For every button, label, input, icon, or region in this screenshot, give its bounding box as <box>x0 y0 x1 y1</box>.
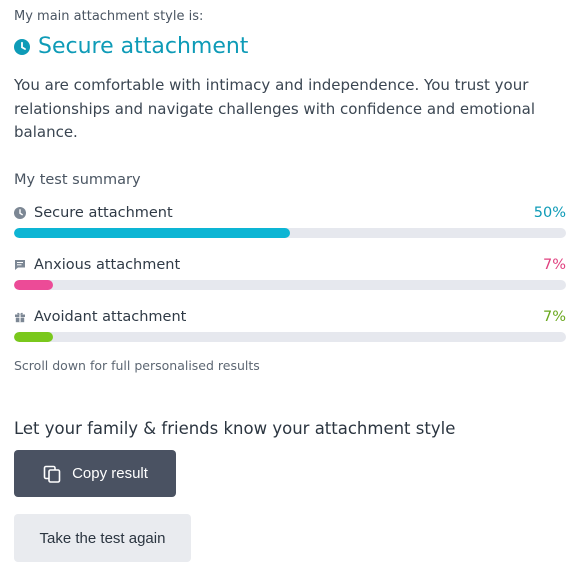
clock-icon <box>14 207 26 219</box>
summary-row-secure: Secure attachment 50% <box>14 203 566 238</box>
share-heading: Let your family & friends know your atta… <box>14 419 456 438</box>
summary-percent: 7% <box>542 309 566 325</box>
retake-test-label: Take the test again <box>39 529 166 547</box>
gift-icon <box>14 311 26 323</box>
eyebrow-text: My main attachment style is: <box>14 9 204 24</box>
retake-test-button[interactable]: Take the test again <box>14 514 191 562</box>
progress-fill <box>14 332 53 342</box>
chat-icon <box>14 259 26 271</box>
summary-label: Avoidant attachment <box>34 309 187 325</box>
clock-icon <box>14 38 30 55</box>
scroll-note: Scroll down for full personalised result… <box>14 358 260 373</box>
progress-track <box>14 332 566 342</box>
progress-track <box>14 228 566 238</box>
progress-track <box>14 280 566 290</box>
main-style-title: Secure attachment <box>38 34 249 59</box>
progress-fill <box>14 228 290 238</box>
copy-result-label: Copy result <box>72 465 148 482</box>
copy-icon <box>42 464 62 484</box>
summary-title: My test summary <box>14 172 141 188</box>
summary-label: Anxious attachment <box>34 257 181 273</box>
summary-label: Secure attachment <box>34 205 173 221</box>
summary-percent: 50% <box>533 205 566 221</box>
style-description: You are comfortable with intimacy and in… <box>14 76 535 141</box>
progress-fill <box>14 280 53 290</box>
summary-row-avoidant: Avoidant attachment 7% <box>14 307 566 342</box>
summary-percent: 7% <box>542 257 566 273</box>
summary-row-anxious: Anxious attachment 7% <box>14 255 566 290</box>
main-style-heading: Secure attachment <box>14 34 248 59</box>
copy-result-button[interactable]: Copy result <box>14 450 176 497</box>
